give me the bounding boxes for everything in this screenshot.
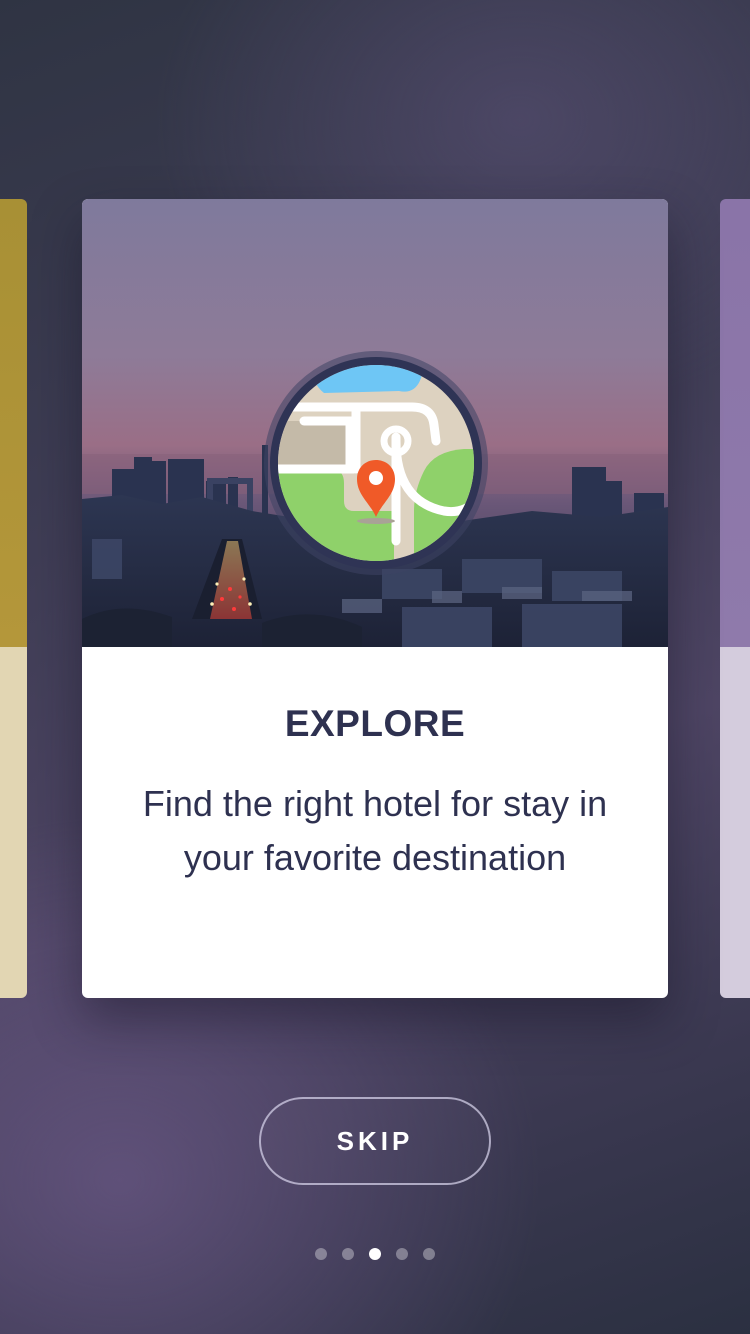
- previous-card-peek[interactable]: [0, 199, 27, 998]
- pagination-dot[interactable]: [423, 1248, 435, 1260]
- map-pin-icon: [264, 351, 488, 575]
- card-hero-image: [82, 199, 668, 647]
- pagination-dot-active[interactable]: [369, 1248, 381, 1260]
- card-body: EXPLORE Find the right hotel for stay in…: [82, 647, 668, 998]
- next-card-body: [720, 647, 750, 998]
- card-title: EXPLORE: [284, 703, 466, 744]
- pagination-dot[interactable]: [315, 1248, 327, 1260]
- previous-card-body: [0, 647, 27, 998]
- next-card-image: [720, 199, 750, 647]
- pagination-dot[interactable]: [342, 1248, 354, 1260]
- pagination-dot[interactable]: [396, 1248, 408, 1260]
- previous-card-image: [0, 199, 27, 647]
- next-card-peek[interactable]: [720, 199, 750, 998]
- skip-button[interactable]: SKIP: [259, 1097, 491, 1185]
- card-description: Find the right hotel for stay in your fa…: [142, 783, 608, 878]
- onboarding-card[interactable]: EXPLORE Find the right hotel for stay in…: [82, 199, 668, 998]
- pagination-dots: [0, 1248, 750, 1262]
